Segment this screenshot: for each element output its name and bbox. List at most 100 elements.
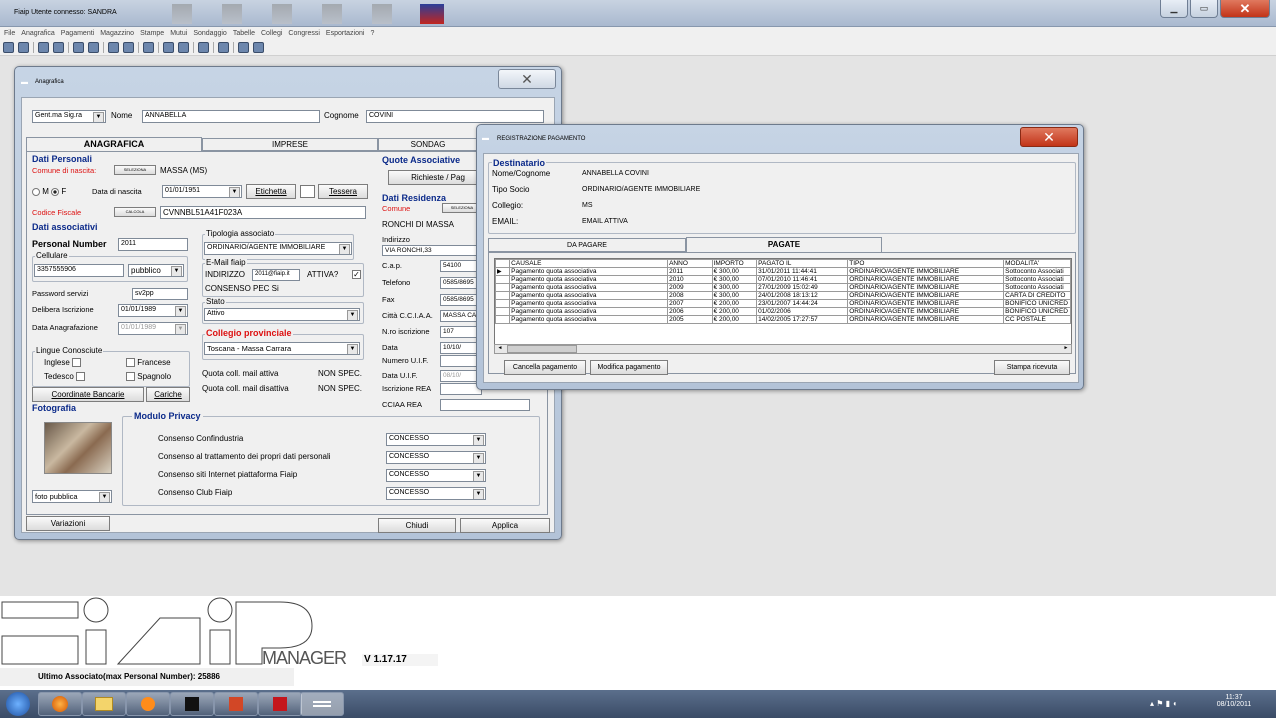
toolbar-icon-box[interactable] — [88, 42, 99, 53]
anagrafica-close-button[interactable]: ✕ — [498, 69, 556, 89]
toolbar-icon-folder[interactable] — [73, 42, 84, 53]
menu-item-esportazioni[interactable]: Esportazioni — [326, 30, 365, 37]
etichetta-count-field[interactable] — [300, 185, 315, 198]
applica-button[interactable]: Applica — [460, 518, 550, 533]
start-button[interactable] — [6, 692, 30, 716]
toolbar-icon-find[interactable] — [53, 42, 64, 53]
toolbar-icon-magnifier[interactable] — [143, 42, 154, 53]
privacy-club-select[interactable]: CONCESSO — [386, 487, 486, 500]
toolbar-icon-book[interactable] — [108, 42, 119, 53]
privacy-confindustria-select[interactable]: CONCESSO — [386, 433, 486, 446]
table-row[interactable]: ▶ Pagamento quota associativa 2011 € 300,00… — [495, 267, 1071, 276]
privacy-dati-select[interactable]: CONCESSO — [386, 451, 486, 464]
coordinate-bancarie-button[interactable]: Coordinate Bancarie — [32, 387, 144, 402]
column-header[interactable]: TIPO — [847, 259, 1005, 268]
table-row[interactable]: Pagamento quota associativa 2007 € 200,00 2… — [495, 299, 1071, 308]
etichetta-button[interactable]: Etichetta — [246, 184, 296, 199]
richieste-button[interactable]: Richieste / Pag — [388, 170, 488, 185]
indirizzo-res-input[interactable]: VIA RONCHI,33 — [382, 245, 482, 256]
password-input[interactable]: sv2pp — [132, 288, 188, 300]
toolbar-icon-preview[interactable] — [178, 42, 189, 53]
row-selector[interactable] — [495, 291, 511, 300]
menu-item-stampe[interactable]: Stampe — [140, 30, 164, 37]
toolbar-icon-doc[interactable] — [218, 42, 229, 53]
codice-fiscale-input[interactable]: CVNNBL51A41F023A — [160, 206, 366, 219]
chiudi-button[interactable]: Chiudi — [378, 518, 456, 533]
menu-item-collegi[interactable]: Collegi — [261, 30, 282, 37]
sex-m-radio[interactable] — [32, 187, 40, 196]
collegio-select[interactable]: Toscana - Massa Carrara — [204, 342, 360, 355]
personal-number-input[interactable]: 2011 — [118, 238, 188, 251]
taskbar-powerpoint-icon[interactable] — [214, 692, 258, 716]
sex-f-radio[interactable] — [51, 187, 60, 196]
tab-anagrafica[interactable]: ANAGRAFICA — [26, 137, 202, 151]
cariche-button[interactable]: Cariche — [146, 387, 190, 402]
row-selector[interactable] — [495, 283, 511, 292]
toolbar-icon-search[interactable] — [38, 42, 49, 53]
toolbar-icon-printer[interactable] — [163, 42, 174, 53]
toolbar-icon-users[interactable] — [3, 42, 14, 53]
tab-sondaggi[interactable]: SONDAG — [378, 138, 478, 151]
taskbar-acrobat-icon[interactable] — [258, 692, 302, 716]
column-header[interactable]: PAGATO IL — [756, 259, 849, 268]
tab-pagate[interactable]: PAGATE — [686, 237, 882, 253]
toolbar-icon-report[interactable] — [123, 42, 134, 53]
minimize-button[interactable]: ▁ — [1160, 0, 1188, 18]
table-row[interactable]: Pagamento quota associativa 2010 € 300,00 0… — [495, 275, 1071, 284]
maximize-button[interactable]: ▭ — [1190, 0, 1218, 18]
table-row[interactable]: Pagamento quota associativa 2006 € 200,00 0… — [495, 307, 1071, 316]
cancella-pagamento-button[interactable]: Cancella pagamento — [504, 360, 586, 375]
modifica-pagamento-button[interactable]: Modifica pagamento — [590, 360, 668, 375]
column-header[interactable]: IMPORTO — [711, 259, 758, 268]
stampa-ricevuta-button[interactable]: Stampa ricevuta — [994, 360, 1070, 375]
row-selector[interactable]: ▶ — [495, 267, 511, 276]
menu-item-sondaggio[interactable]: Sondaggio — [193, 30, 226, 37]
taskbar-firefox-icon[interactable] — [38, 692, 82, 716]
horizontal-scrollbar[interactable]: ◄ ► — [494, 344, 1072, 354]
table-row[interactable]: Pagamento quota associativa 2008 € 300,00 2… — [495, 291, 1071, 300]
tab-da-pagare[interactable]: DA PAGARE — [488, 238, 686, 252]
menu-item-tabelle[interactable]: Tabelle — [233, 30, 255, 37]
nome-input[interactable]: ANNABELLA — [142, 110, 320, 123]
toolbar-icon-person[interactable] — [238, 42, 249, 53]
salutation-select[interactable]: Gent.ma Sig.ra — [32, 110, 106, 123]
scroll-right-icon[interactable]: ► — [1061, 345, 1071, 353]
column-header[interactable]: MODALITA' — [1003, 259, 1071, 268]
toolbar-icon-calc[interactable] — [198, 42, 209, 53]
cellulare-type-select[interactable]: pubblico — [128, 264, 184, 277]
attiva-checkbox[interactable]: ✓ — [352, 270, 361, 279]
variazioni-button[interactable]: Variazioni — [26, 516, 110, 531]
menu-item-magazzino[interactable]: Magazzino — [100, 30, 134, 37]
table-row[interactable]: Pagamento quota associativa 2009 € 300,00 2… — [495, 283, 1071, 292]
data-anagrafazione-picker[interactable]: 01/01/1989 — [118, 322, 188, 335]
spagnolo-checkbox[interactable] — [126, 372, 135, 382]
clock[interactable]: 11:37 08/10/2011 — [1208, 694, 1260, 708]
menu-item-mutui[interactable]: Mutui — [170, 30, 187, 37]
taskbar-cursor-icon[interactable] — [170, 692, 214, 716]
email-input[interactable]: 2011@fiaip.it — [252, 269, 300, 281]
seleziona-comune-nascita-button[interactable]: SELEZIONA — [114, 165, 156, 175]
data-nascita-picker[interactable]: 01/01/1951 — [162, 185, 242, 198]
taskbar-media-icon[interactable] — [126, 692, 170, 716]
scroll-thumb[interactable] — [507, 345, 577, 353]
inglese-checkbox[interactable] — [72, 358, 82, 368]
member-photo[interactable] — [44, 422, 112, 474]
tipologia-select[interactable]: ORDINARIO/AGENTE IMMOBILIARE — [204, 242, 352, 255]
privacy-internet-select[interactable]: CONCESSO — [386, 469, 486, 482]
francese-checkbox[interactable] — [126, 358, 135, 368]
scroll-left-icon[interactable]: ◄ — [495, 345, 505, 353]
tray-icons[interactable]: ▴ ⚑ ▮ ◖ — [1150, 699, 1177, 708]
stato-select[interactable]: Attivo — [204, 308, 360, 321]
foto-mode-select[interactable]: foto pubblica — [32, 490, 112, 503]
toolbar-icon-tools[interactable] — [253, 42, 264, 53]
cognome-input[interactable]: COVINI — [366, 110, 544, 123]
menu-item-anagrafica[interactable]: Anagrafica — [21, 30, 54, 37]
pagamento-close-button[interactable]: ✕ — [1020, 127, 1078, 147]
tedesco-checkbox[interactable] — [76, 372, 86, 382]
row-selector[interactable] — [495, 299, 511, 308]
toolbar-icon-print[interactable] — [18, 42, 29, 53]
column-header[interactable]: ANNO — [667, 259, 713, 268]
taskbar-fiaip-icon[interactable] — [300, 692, 344, 716]
menu-item-congressi[interactable]: Congressi — [288, 30, 320, 37]
delibera-picker[interactable]: 01/01/1989 — [118, 304, 188, 317]
